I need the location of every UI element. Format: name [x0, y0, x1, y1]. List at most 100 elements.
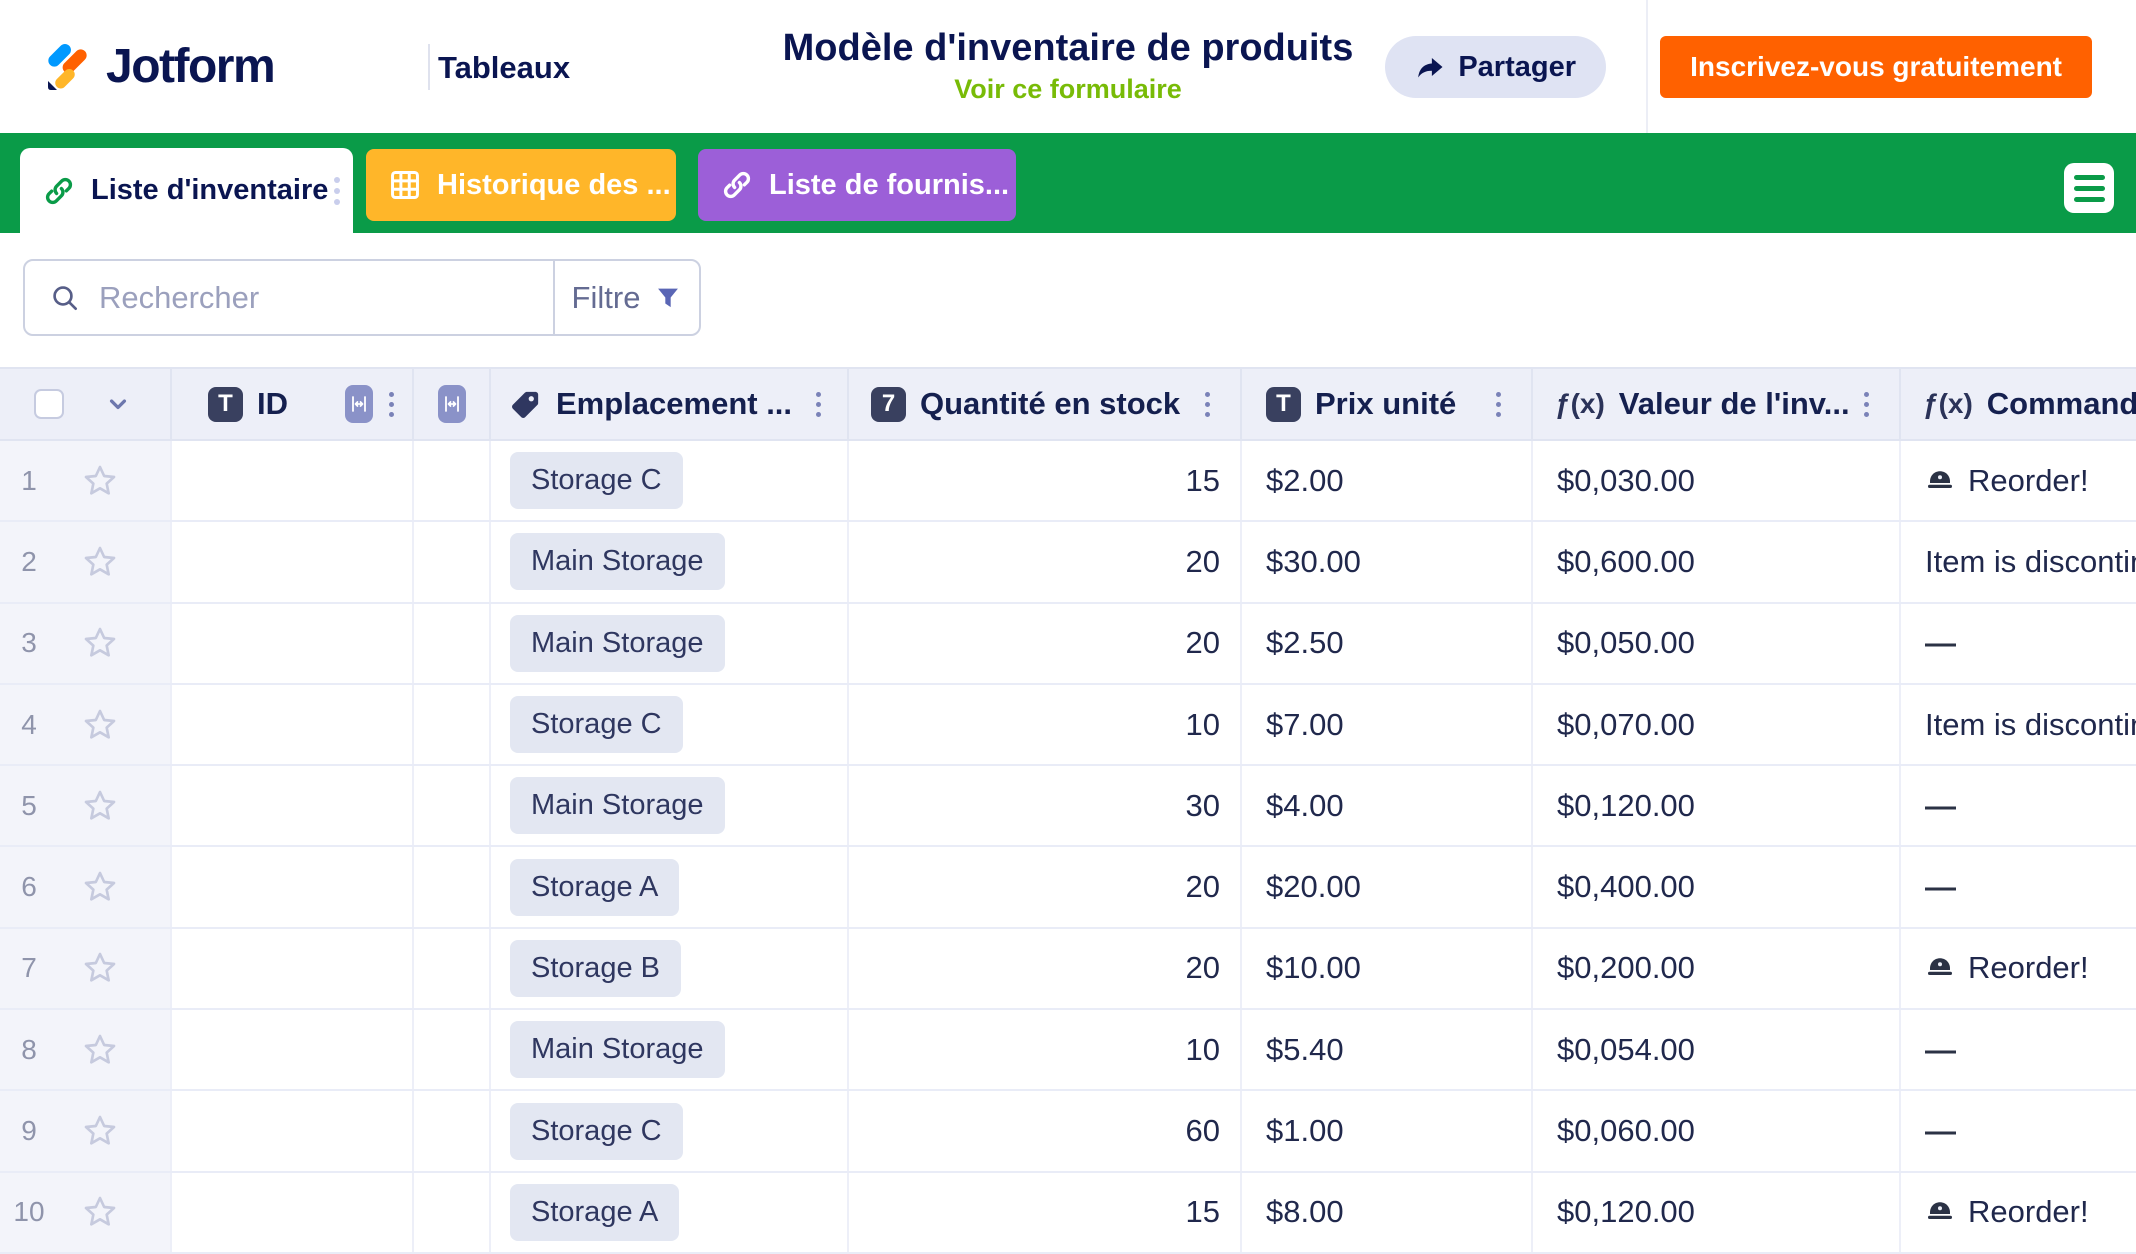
- quantity-cell[interactable]: 10: [849, 1010, 1242, 1089]
- tab-menu-icon[interactable]: [328, 171, 346, 211]
- quantity-cell[interactable]: 15: [849, 1173, 1242, 1252]
- column-header-quantite[interactable]: 7 Quantité en stock: [849, 369, 1242, 439]
- status-cell[interactable]: Item is discontinued: [1901, 685, 2136, 764]
- view-form-link[interactable]: Voir ce formulaire: [954, 74, 1182, 105]
- id-cell[interactable]: [172, 766, 414, 845]
- quantity-cell[interactable]: 20: [849, 522, 1242, 601]
- price-cell[interactable]: $30.00: [1242, 522, 1533, 601]
- tab-historique[interactable]: Historique des ...: [366, 149, 676, 221]
- spacer-cell[interactable]: [414, 1010, 491, 1089]
- value-cell[interactable]: $0,070.00: [1533, 685, 1901, 764]
- location-cell[interactable]: Main Storage: [491, 522, 849, 601]
- column-header-emplacement[interactable]: Emplacement ...: [491, 369, 849, 439]
- star-icon[interactable]: [80, 623, 120, 663]
- star-icon[interactable]: [80, 786, 120, 826]
- location-cell[interactable]: Storage C: [491, 685, 849, 764]
- value-cell[interactable]: $0,050.00: [1533, 604, 1901, 683]
- star-icon[interactable]: [80, 867, 120, 907]
- location-cell[interactable]: Storage A: [491, 1173, 849, 1252]
- id-cell[interactable]: [172, 1010, 414, 1089]
- id-cell[interactable]: [172, 685, 414, 764]
- search-field[interactable]: [25, 261, 553, 334]
- star-icon[interactable]: [80, 542, 120, 582]
- quantity-cell[interactable]: 20: [849, 604, 1242, 683]
- status-cell[interactable]: Reorder!: [1901, 441, 2136, 520]
- quantity-cell[interactable]: 60: [849, 1091, 1242, 1170]
- spacer-cell[interactable]: [414, 1091, 491, 1170]
- star-icon[interactable]: [80, 1111, 120, 1151]
- price-cell[interactable]: $7.00: [1242, 685, 1533, 764]
- star-icon[interactable]: [80, 705, 120, 745]
- spacer-cell[interactable]: [414, 522, 491, 601]
- spacer-cell[interactable]: [414, 766, 491, 845]
- price-cell[interactable]: $1.00: [1242, 1091, 1533, 1170]
- id-cell[interactable]: [172, 1173, 414, 1252]
- id-cell[interactable]: [172, 604, 414, 683]
- location-cell[interactable]: Storage B: [491, 929, 849, 1008]
- id-cell[interactable]: [172, 522, 414, 601]
- id-cell[interactable]: [172, 847, 414, 926]
- value-cell[interactable]: $0,060.00: [1533, 1091, 1901, 1170]
- share-button[interactable]: Partager: [1385, 36, 1606, 98]
- resize-handle-icon[interactable]: [438, 385, 466, 423]
- column-menu-icon[interactable]: [383, 386, 400, 423]
- column-header-id[interactable]: T ID: [172, 369, 414, 439]
- star-icon[interactable]: [80, 461, 120, 501]
- id-cell[interactable]: [172, 441, 414, 520]
- column-menu-icon[interactable]: [1858, 386, 1875, 423]
- status-cell[interactable]: —: [1901, 847, 2136, 926]
- tab-liste-fournisseurs[interactable]: Liste de fournis...: [698, 149, 1016, 221]
- spacer-cell[interactable]: [414, 1173, 491, 1252]
- price-cell[interactable]: $20.00: [1242, 847, 1533, 926]
- price-cell[interactable]: $2.50: [1242, 604, 1533, 683]
- value-cell[interactable]: $0,400.00: [1533, 847, 1901, 926]
- status-cell[interactable]: —: [1901, 604, 2136, 683]
- id-cell[interactable]: [172, 1091, 414, 1170]
- tab-liste-inventaire[interactable]: Liste d'inventaire: [20, 148, 353, 233]
- search-input[interactable]: [97, 279, 553, 317]
- column-header-commande[interactable]: ƒ(x) Commande.: [1901, 369, 2136, 439]
- price-cell[interactable]: $5.40: [1242, 1010, 1533, 1089]
- location-cell[interactable]: Main Storage: [491, 1010, 849, 1089]
- location-cell[interactable]: Main Storage: [491, 766, 849, 845]
- spacer-cell[interactable]: [414, 604, 491, 683]
- value-cell[interactable]: $0,120.00: [1533, 766, 1901, 845]
- hamburger-menu-button[interactable]: [2064, 163, 2114, 213]
- resize-handle-icon[interactable]: [345, 385, 373, 423]
- column-menu-icon[interactable]: [1199, 386, 1216, 423]
- value-cell[interactable]: $0,054.00: [1533, 1010, 1901, 1089]
- status-cell[interactable]: —: [1901, 1010, 2136, 1089]
- price-cell[interactable]: $8.00: [1242, 1173, 1533, 1252]
- quantity-cell[interactable]: 30: [849, 766, 1242, 845]
- location-cell[interactable]: Storage C: [491, 1091, 849, 1170]
- price-cell[interactable]: $2.00: [1242, 441, 1533, 520]
- spacer-cell[interactable]: [414, 441, 491, 520]
- star-icon[interactable]: [80, 948, 120, 988]
- value-cell[interactable]: $0,600.00: [1533, 522, 1901, 601]
- status-cell[interactable]: —: [1901, 766, 2136, 845]
- chevron-down-icon[interactable]: [104, 390, 132, 418]
- value-cell[interactable]: $0,030.00: [1533, 441, 1901, 520]
- quantity-cell[interactable]: 15: [849, 441, 1242, 520]
- status-cell[interactable]: —: [1901, 1091, 2136, 1170]
- star-icon[interactable]: [80, 1030, 120, 1070]
- spacer-cell[interactable]: [414, 847, 491, 926]
- column-menu-icon[interactable]: [1490, 386, 1507, 423]
- status-cell[interactable]: Reorder!: [1901, 929, 2136, 1008]
- price-cell[interactable]: $4.00: [1242, 766, 1533, 845]
- spacer-cell[interactable]: [414, 685, 491, 764]
- location-cell[interactable]: Storage C: [491, 441, 849, 520]
- status-cell[interactable]: Reorder!: [1901, 1173, 2136, 1252]
- quantity-cell[interactable]: 20: [849, 929, 1242, 1008]
- spacer-cell[interactable]: [414, 929, 491, 1008]
- select-all-checkbox[interactable]: [34, 389, 64, 419]
- quantity-cell[interactable]: 10: [849, 685, 1242, 764]
- id-cell[interactable]: [172, 929, 414, 1008]
- value-cell[interactable]: $0,200.00: [1533, 929, 1901, 1008]
- location-cell[interactable]: Storage A: [491, 847, 849, 926]
- filter-button[interactable]: Filtre: [553, 261, 699, 334]
- location-cell[interactable]: Main Storage: [491, 604, 849, 683]
- column-menu-icon[interactable]: [810, 386, 827, 423]
- price-cell[interactable]: $10.00: [1242, 929, 1533, 1008]
- star-icon[interactable]: [80, 1192, 120, 1232]
